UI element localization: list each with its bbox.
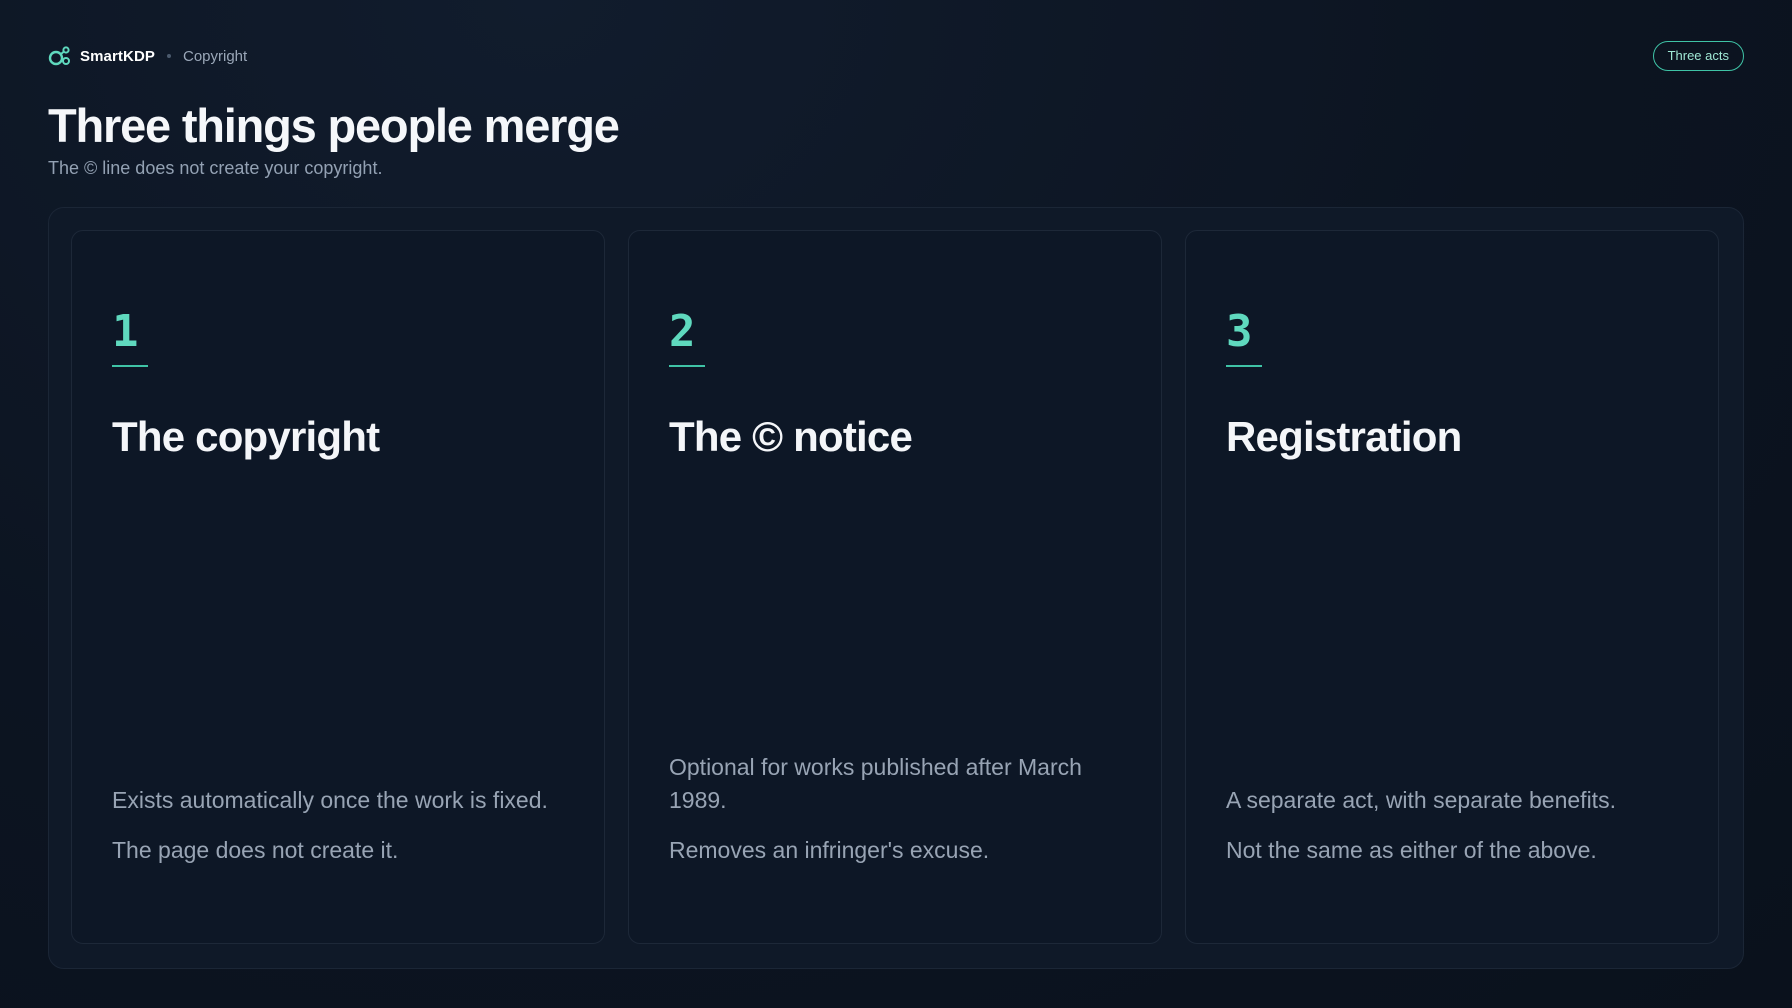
smartkdp-logo-icon (48, 46, 70, 66)
card-body-line: Removes an infringer's excuse. (669, 837, 990, 863)
card-notice: 2 The © notice Optional for works publis… (628, 230, 1162, 944)
card-title: The © notice (669, 413, 913, 460)
card-body-line: Not the same as either of the above. (1226, 837, 1597, 863)
card-divider (1226, 365, 1262, 367)
card-number: 1 (112, 306, 139, 357)
card-title: The copyright (112, 413, 380, 460)
card-body: A separate act, with separate benefits. … (1226, 784, 1678, 867)
card-number: 2 (669, 306, 696, 357)
card-number: 3 (1226, 306, 1253, 357)
page-subtitle: The © line does not create your copyrigh… (48, 158, 383, 178)
breadcrumb-separator (167, 54, 171, 58)
card-title: Registration (1226, 413, 1462, 460)
card-body: Exists automatically once the work is fi… (112, 784, 564, 867)
card-body-line: Exists automatically once the work is fi… (112, 787, 548, 813)
card-body-line: A separate act, with separate benefits. (1226, 787, 1616, 813)
page-title: Three things people merge (48, 99, 620, 152)
top-bar: SmartKDP Copyright Three acts (48, 40, 1744, 72)
card-divider (112, 365, 148, 367)
breadcrumb-current: Copyright (183, 47, 248, 65)
card-body: Optional for works published after March… (669, 751, 1121, 867)
card-divider (669, 365, 705, 367)
card-registration: 3 Registration A separate act, with sepa… (1185, 230, 1719, 944)
cards-panel: 1 The copyright Exists automatically onc… (48, 207, 1744, 969)
card-copyright: 1 The copyright Exists automatically onc… (71, 230, 605, 944)
brand-name[interactable]: SmartKDP (80, 48, 155, 65)
section-badge: Three acts (1652, 41, 1744, 71)
card-body-line: The page does not create it. (112, 837, 399, 863)
card-body-line: Optional for works published after March… (669, 754, 1082, 813)
